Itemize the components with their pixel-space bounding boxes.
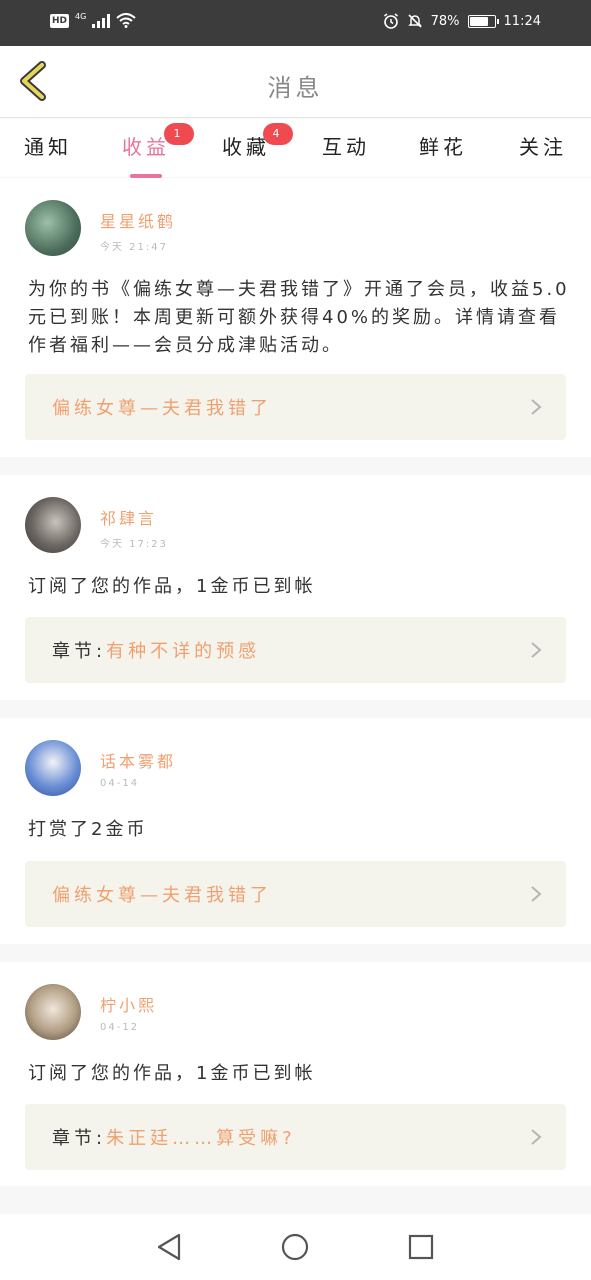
avatar[interactable] xyxy=(25,200,81,256)
unread-badge: 1 xyxy=(164,123,194,145)
tab-interactions[interactable]: 互动 xyxy=(306,131,386,171)
tab-flowers[interactable]: 鲜花 xyxy=(403,131,483,171)
alarm-icon xyxy=(383,13,398,29)
book-title: 偏练女尊—夫君我错了 xyxy=(52,398,272,419)
message-card: 祁肆言 今天 17:23 订阅了您的作品，1金币已到帐 章节:有种不详的预感 xyxy=(0,475,591,700)
nav-back-button[interactable] xyxy=(155,1232,185,1262)
tab-label: 通知 xyxy=(24,135,72,159)
chevron-right-icon xyxy=(531,886,542,902)
tab-bar: 通知 收益 1 收藏 4 互动 鲜花 关注 xyxy=(0,119,591,178)
back-triangle-icon xyxy=(157,1233,181,1261)
chapter-name: 朱正廷……算受嘛? xyxy=(106,1128,296,1149)
chevron-right-icon xyxy=(531,1129,542,1145)
status-left: HD 4G xyxy=(50,11,136,28)
chevron-right-icon xyxy=(531,642,542,658)
home-circle-icon xyxy=(281,1233,309,1261)
book-title: 偏练女尊—夫君我错了 xyxy=(52,885,272,906)
sender-name[interactable]: 祁肆言 xyxy=(100,505,157,529)
avatar[interactable] xyxy=(25,740,81,796)
sender-name[interactable]: 柠小熙 xyxy=(100,992,157,1016)
message-time: 04-14 xyxy=(100,778,140,789)
chapter-link[interactable]: 章节:朱正廷……算受嘛? xyxy=(25,1104,566,1170)
message-text: 打赏了2金币 xyxy=(28,819,148,840)
battery-icon xyxy=(467,14,499,28)
message-card: 话本雾都 04-14 打赏了2金币 偏练女尊—夫君我错了 xyxy=(0,718,591,944)
system-nav-bar xyxy=(0,1214,591,1280)
tab-following[interactable]: 关注 xyxy=(503,131,583,171)
sender-name[interactable]: 星星纸鹤 xyxy=(100,208,176,232)
tab-label: 鲜花 xyxy=(419,135,467,159)
chapter-prefix: 章节: xyxy=(52,1128,107,1149)
message-card: 星星纸鹤 今天 21:47 为你的书《偏练女尊—夫君我错了》开通了会员，收益5.… xyxy=(0,178,591,457)
battery-percent: 78% xyxy=(430,13,460,29)
tab-label: 互动 xyxy=(322,135,370,159)
chapter-title: 章节:朱正廷……算受嘛? xyxy=(25,1124,296,1150)
chevron-right-icon xyxy=(531,399,542,415)
chapter-prefix: 章节: xyxy=(52,641,107,662)
chapter-name: 有种不详的预感 xyxy=(106,641,261,662)
message-card: 柠小熙 04-12 订阅了您的作品，1金币已到帐 章节:朱正廷……算受嘛? xyxy=(0,962,591,1186)
wifi-icon xyxy=(116,13,136,28)
message-time: 今天 21:47 xyxy=(100,242,168,253)
signal-icon xyxy=(92,13,111,28)
chapter-link[interactable]: 章节:有种不详的预感 xyxy=(25,617,566,683)
message-text: 订阅了您的作品，1金币已到帐 xyxy=(28,576,316,597)
clock: 11:24 xyxy=(503,13,541,29)
nav-home-button[interactable] xyxy=(280,1232,310,1262)
status-bar: HD 4G 78% 11:24 xyxy=(0,0,591,46)
avatar[interactable] xyxy=(25,497,81,553)
book-link[interactable]: 偏练女尊—夫君我错了 xyxy=(25,861,566,927)
book-link[interactable]: 偏练女尊—夫君我错了 xyxy=(25,374,566,440)
tab-earnings[interactable]: 收益 1 xyxy=(106,123,194,178)
mute-bell-icon xyxy=(407,14,422,28)
tab-favorites[interactable]: 收藏 4 xyxy=(206,123,293,171)
network-type: 4G xyxy=(75,11,87,21)
tab-label: 收益 xyxy=(122,135,170,159)
message-text: 订阅了您的作品，1金币已到帐 xyxy=(28,1063,316,1084)
chapter-title: 章节:有种不详的预感 xyxy=(25,637,260,663)
sender-name[interactable]: 话本雾都 xyxy=(100,748,176,772)
page-title: 消息 xyxy=(267,74,324,102)
battery-level xyxy=(469,16,489,26)
unread-badge: 4 xyxy=(263,123,293,145)
avatar[interactable] xyxy=(25,984,81,1040)
tab-notifications[interactable]: 通知 xyxy=(8,131,88,171)
recents-square-icon xyxy=(408,1234,434,1260)
nav-recents-button[interactable] xyxy=(406,1232,436,1262)
status-right: 78% 11:24 xyxy=(383,13,541,29)
message-time: 今天 17:23 xyxy=(100,539,168,550)
tab-label: 收藏 xyxy=(222,135,270,159)
header: 消息 xyxy=(0,46,591,118)
tab-label: 关注 xyxy=(519,135,567,159)
hd-icon: HD xyxy=(50,13,70,28)
message-time: 04-12 xyxy=(100,1022,140,1033)
message-text: 为你的书《偏练女尊—夫君我错了》开通了会员，收益5.0元已到账！本周更新可额外获… xyxy=(28,279,570,356)
